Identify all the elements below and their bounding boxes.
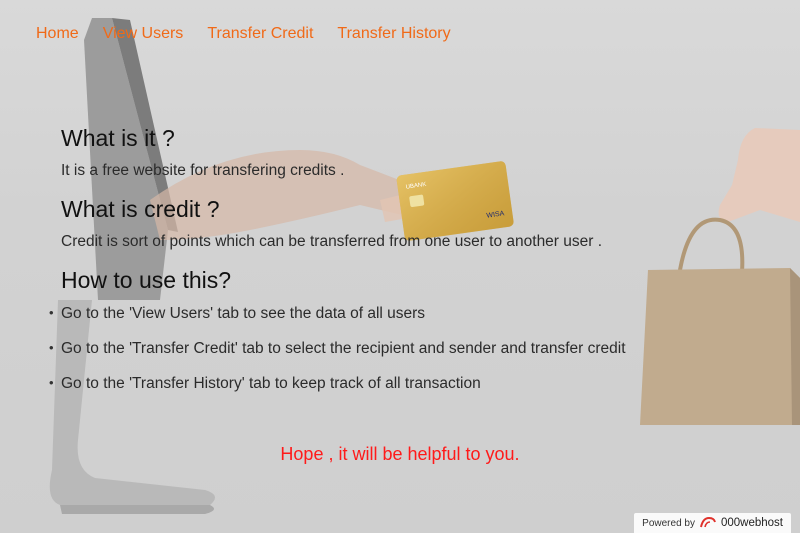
nav-transfer-credit-link[interactable]: Transfer Credit (207, 25, 313, 43)
what-is-credit-heading: What is credit ? (61, 196, 220, 222)
nav-home-link[interactable]: Home (36, 25, 79, 43)
what-is-credit-text: Credit is sort of points which can be tr… (61, 233, 603, 250)
webhost-logo-icon (699, 516, 716, 531)
closing-message: Hope , it will be helpful to you. (280, 444, 520, 464)
what-is-it-text: It is a free website for transfering cre… (61, 162, 345, 179)
list-item: Go to the 'View Users' tab to see the da… (49, 305, 626, 323)
main-content: What is it ? It is a free website for tr… (49, 125, 626, 410)
how-to-use-heading: How to use this? (61, 267, 232, 293)
powered-by-label: Powered by (642, 517, 695, 529)
webhost-brand-label: 000webhost (720, 517, 783, 529)
list-item: Go to the 'Transfer Credit' tab to selec… (49, 340, 626, 358)
top-nav: Home View Users Transfer Credit Transfer… (36, 25, 451, 43)
hosting-badge[interactable]: Powered by 000webhost (633, 512, 792, 533)
how-to-use-list: Go to the 'View Users' tab to see the da… (49, 305, 626, 393)
nav-transfer-history-link[interactable]: Transfer History (337, 25, 450, 43)
list-item: Go to the 'Transfer History' tab to keep… (49, 375, 626, 393)
what-is-it-heading: What is it ? (61, 125, 175, 151)
nav-view-users-link[interactable]: View Users (103, 25, 184, 43)
